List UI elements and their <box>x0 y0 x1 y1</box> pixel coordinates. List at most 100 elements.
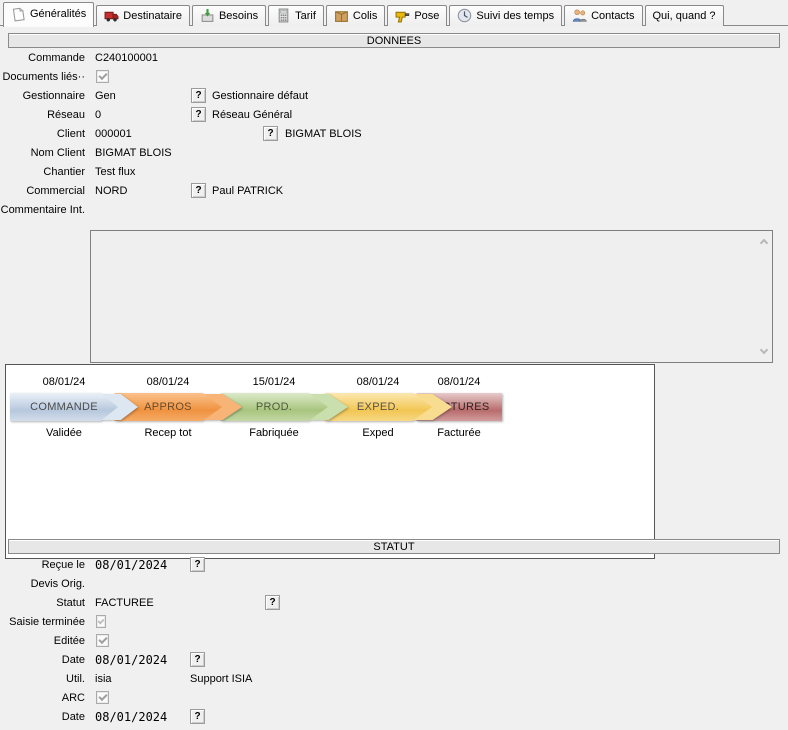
recue-le-value[interactable]: 08/01/2024 <box>95 558 167 572</box>
field-label: Statut <box>0 597 85 609</box>
stage-status: Recep tot <box>144 427 191 439</box>
commande-value: C240100001 <box>95 52 158 64</box>
client-value[interactable]: 000001 <box>95 128 132 140</box>
commercial-value[interactable]: NORD <box>95 185 127 197</box>
client-lookup-button[interactable]: ? <box>263 126 278 141</box>
arc-checkbox[interactable] <box>96 691 109 704</box>
reseau-lookup-button[interactable]: ? <box>191 107 206 122</box>
section-title: STATUT <box>373 541 414 553</box>
document-icon <box>11 7 26 22</box>
date-arc-calendar-button[interactable]: ? <box>190 709 205 724</box>
statut-value: FACTUREE <box>95 597 154 609</box>
gestionnaire-desc: Gestionnaire défaut <box>212 90 308 102</box>
field-row-chantier: Chantier Test flux <box>0 164 788 182</box>
field-label: Commande <box>0 52 85 64</box>
tab-suivi-des-temps[interactable]: Suivi des temps <box>449 5 562 26</box>
field-row-date-edition: Date 08/01/2024 ? <box>0 652 788 670</box>
tab-label: Pose <box>414 10 439 22</box>
field-row-saisie-terminee: Saisie terminée <box>0 614 788 632</box>
field-label: Gestionnaire <box>0 90 85 102</box>
field-row-arc: ARC <box>0 690 788 708</box>
commentaire-textarea[interactable] <box>90 230 773 363</box>
tab-colis[interactable]: Colis <box>326 5 385 26</box>
editee-checkbox[interactable] <box>96 634 109 647</box>
field-label: Réseau <box>0 109 85 121</box>
chantier-value[interactable]: Test flux <box>95 166 135 178</box>
clock-icon <box>457 8 472 23</box>
package-icon <box>334 8 349 23</box>
tab-qui-quand[interactable]: Qui, quand ? <box>645 5 724 26</box>
stage-date: 08/01/24 <box>357 375 400 389</box>
field-row-gestionnaire: Gestionnaire Gen ? Gestionnaire défaut <box>0 88 788 106</box>
nom-client-value[interactable]: BIGMAT BLOIS <box>95 147 172 159</box>
util-desc: Support ISIA <box>190 673 252 685</box>
field-label: Date <box>0 711 85 723</box>
tab-bar: Généralités Destinataire Besoins Tarif C… <box>3 0 788 26</box>
stage-status: Facturée <box>437 427 480 439</box>
field-row-nom-client: Nom Client BIGMAT BLOIS <box>0 145 788 163</box>
tab-label: Colis <box>353 10 377 22</box>
scroll-down-icon[interactable] <box>758 346 769 357</box>
stage-date: 15/01/24 <box>253 375 296 389</box>
tab-tarif[interactable]: Tarif <box>268 5 324 26</box>
statut-section-header: STATUT <box>8 539 780 554</box>
section-title: DONNEES <box>367 35 421 47</box>
field-label: Commercial <box>0 185 85 197</box>
field-row-util: Util. isia Support ISIA <box>0 671 788 689</box>
field-row-commentaire: Commentaire Int. <box>0 202 788 220</box>
date-edition-calendar-button[interactable]: ? <box>190 652 205 667</box>
field-label: Editée <box>0 635 85 647</box>
field-label: Client <box>0 128 85 140</box>
stage-status: Validée <box>46 427 82 439</box>
tab-contacts[interactable]: Contacts <box>564 5 642 26</box>
reseau-desc: Réseau Général <box>212 109 292 121</box>
truck-icon <box>104 8 119 23</box>
field-label: ARC <box>0 692 85 704</box>
field-label: Documents liés·· <box>0 71 85 83</box>
field-label: Commentaire Int. <box>0 204 85 216</box>
stage-date: 08/01/24 <box>438 375 481 389</box>
gestionnaire-value[interactable]: Gen <box>95 90 116 102</box>
donnees-section-header: DONNEES <box>8 33 780 48</box>
stage-status: Exped <box>362 427 393 439</box>
workflow-panel: 08/01/24 COMMANDE Validée 08/01/24 APPRO… <box>5 364 655 559</box>
field-label: Reçue le <box>0 559 85 571</box>
field-label: Devis Orig. <box>0 578 85 590</box>
commercial-lookup-button[interactable]: ? <box>191 183 206 198</box>
field-label: Util. <box>0 673 85 685</box>
tab-pose[interactable]: Pose <box>387 5 447 26</box>
field-label: Saisie terminée <box>0 616 85 628</box>
drill-icon <box>395 8 410 23</box>
tab-label: Généralités <box>30 8 86 20</box>
date-edition-value[interactable]: 08/01/2024 <box>95 653 167 667</box>
stage-name: COMMANDE <box>10 393 118 421</box>
field-label: Date <box>0 654 85 666</box>
field-row-documents-lies: Documents liés·· <box>0 69 788 87</box>
tab-generalites[interactable]: Généralités <box>3 2 94 27</box>
client-desc: BIGMAT BLOIS <box>285 128 362 140</box>
statut-lookup-button[interactable]: ? <box>265 595 280 610</box>
tab-destinataire[interactable]: Destinataire <box>96 5 190 26</box>
scroll-up-icon[interactable] <box>758 236 769 247</box>
tab-label: Suivi des temps <box>476 10 554 22</box>
util-value: isia <box>95 673 112 685</box>
tab-label: Tarif <box>295 10 316 22</box>
gestionnaire-lookup-button[interactable]: ? <box>191 88 206 103</box>
saisie-terminee-checkbox[interactable] <box>96 615 106 628</box>
field-row-date-arc: Date 08/01/2024 ? <box>0 709 788 727</box>
recue-le-calendar-button[interactable]: ? <box>190 557 205 572</box>
tab-besoins[interactable]: Besoins <box>192 5 266 26</box>
people-icon <box>572 8 587 23</box>
workflow-stage-commande: 08/01/24 COMMANDE Validée <box>10 375 118 439</box>
field-label: Nom Client <box>0 147 85 159</box>
date-arc-value[interactable]: 08/01/2024 <box>95 710 167 724</box>
documents-lies-checkbox[interactable] <box>96 70 109 83</box>
inbox-icon <box>200 8 215 23</box>
field-row-commercial: Commercial NORD ? Paul PATRICK <box>0 183 788 201</box>
tab-label: Besoins <box>219 10 258 22</box>
field-row-recue-le: Reçue le 08/01/2024 ? <box>0 557 788 575</box>
reseau-value[interactable]: 0 <box>95 109 101 121</box>
field-label: Chantier <box>0 166 85 178</box>
stage-arrow-commande: COMMANDE <box>10 393 118 421</box>
calculator-icon <box>276 8 291 23</box>
